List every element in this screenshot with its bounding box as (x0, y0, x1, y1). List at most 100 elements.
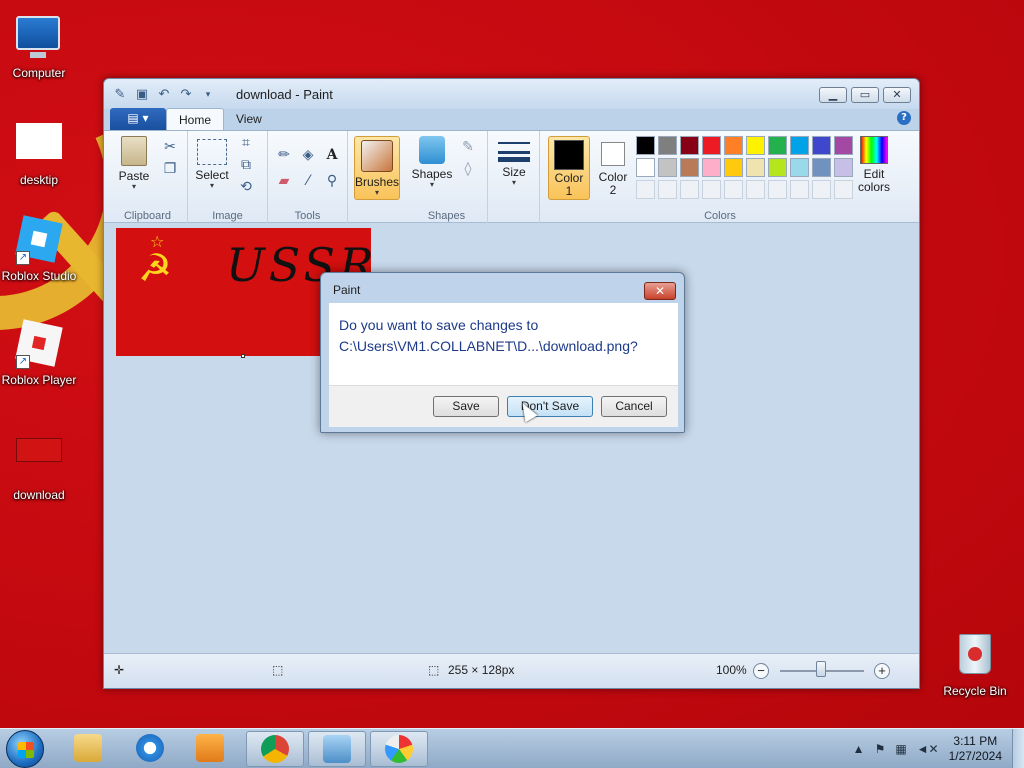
palette-swatch[interactable] (636, 136, 655, 155)
taskbar-chrome[interactable] (246, 731, 304, 767)
action-center-flag-icon[interactable]: ⚑ (875, 742, 886, 756)
color2-button[interactable]: Color 2 (592, 136, 634, 197)
text-tool-icon[interactable]: A (322, 145, 342, 165)
zoom-in-button[interactable]: + (874, 663, 890, 679)
palette-swatch[interactable] (680, 158, 699, 177)
tab-home[interactable]: Home (166, 108, 225, 130)
palette-swatch[interactable] (790, 158, 809, 177)
palette-swatch[interactable] (702, 158, 721, 177)
custom-swatch-empty[interactable] (636, 180, 655, 199)
custom-swatch-empty[interactable] (658, 180, 677, 199)
desktop-icon-recycle-bin[interactable]: Recycle Bin (936, 632, 1014, 698)
palette-swatch[interactable] (746, 158, 765, 177)
custom-swatch-empty[interactable] (724, 180, 743, 199)
cancel-button[interactable]: Cancel (601, 396, 667, 417)
outline-icon[interactable]: ✎ (458, 137, 478, 157)
paint-app-icon[interactable]: ✎ (112, 87, 128, 103)
palette-swatch[interactable] (658, 158, 677, 177)
palette-swatch[interactable] (702, 136, 721, 155)
desktop-icon-computer[interactable]: Computer (0, 10, 78, 80)
quick-access-toolbar: ✎ ▣ ↶ ↷ ▾ (112, 87, 216, 103)
rotate-icon[interactable]: ⟲ (236, 177, 256, 197)
palette-swatch[interactable] (680, 136, 699, 155)
shapes-label: Shapes (411, 167, 453, 181)
maximize-button[interactable]: ▭ (851, 87, 879, 103)
dialog-title: Paint (333, 283, 361, 297)
palette-swatch[interactable] (768, 158, 787, 177)
save-icon[interactable]: ▣ (134, 87, 150, 103)
volume-muted-icon[interactable]: ◄✕ (917, 742, 939, 756)
taskbar-media-player[interactable] (182, 731, 240, 767)
crop-icon[interactable]: ⌗ (236, 133, 256, 153)
palette-swatch[interactable] (658, 136, 677, 155)
custom-swatch-empty[interactable] (834, 180, 853, 199)
close-button[interactable]: ✕ (883, 87, 911, 103)
palette-swatch[interactable] (812, 158, 831, 177)
custom-swatch-empty[interactable] (790, 180, 809, 199)
edit-colors-button[interactable]: Edit colors (854, 136, 894, 194)
undo-icon[interactable]: ↶ (156, 87, 172, 103)
zoom-slider-thumb[interactable] (816, 661, 826, 677)
resize-handle-bottom[interactable] (241, 354, 245, 358)
brushes-button[interactable]: Brushes ▾ (354, 136, 400, 200)
desktop-icon-roblox-studio[interactable]: ↗ Roblox Studio (0, 215, 78, 283)
size-button[interactable]: Size ▾ (496, 136, 532, 187)
redo-icon[interactable]: ↷ (178, 87, 194, 103)
resize-icon[interactable]: ⧉ (236, 155, 256, 175)
magnifier-icon[interactable]: ⚲ (322, 171, 342, 191)
custom-swatch-empty[interactable] (812, 180, 831, 199)
eraser-icon[interactable]: ▰ (274, 171, 294, 191)
shapes-button[interactable]: Shapes ▾ (410, 136, 454, 189)
taskbar-control-panel[interactable] (308, 731, 366, 767)
palette-swatch[interactable] (790, 136, 809, 155)
copy-icon[interactable]: ❐ (160, 159, 180, 179)
color1-button[interactable]: Color 1 (548, 136, 590, 200)
palette-swatch[interactable] (724, 136, 743, 155)
palette-swatch[interactable] (768, 136, 787, 155)
select-button[interactable]: Select ▾ (194, 136, 230, 190)
desktop-icon-label: Roblox Player (1, 373, 77, 387)
tab-view[interactable]: View (224, 108, 274, 130)
help-icon[interactable]: ? (897, 111, 911, 125)
fill-style-icon[interactable]: ◊ (458, 159, 478, 179)
zoom-out-button[interactable]: − (753, 663, 769, 679)
fill-icon[interactable]: ◈ (298, 145, 318, 165)
custom-swatch-empty[interactable] (746, 180, 765, 199)
palette-swatch[interactable] (834, 136, 853, 155)
desktop-icon-roblox-player[interactable]: ↗ Roblox Player (0, 319, 78, 387)
file-menu-button[interactable]: ▤ ▾ (110, 108, 166, 130)
palette-swatch[interactable] (724, 158, 743, 177)
custom-swatch-empty[interactable] (768, 180, 787, 199)
show-desktop-button[interactable] (1012, 729, 1024, 768)
taskbar-explorer[interactable] (60, 731, 118, 767)
dialog-footer: Save Don't Save Cancel (329, 385, 678, 427)
start-button[interactable] (6, 730, 44, 768)
group-label: Colors (704, 210, 736, 222)
custom-swatch-empty[interactable] (702, 180, 721, 199)
taskbar-paint[interactable] (370, 731, 428, 767)
palette-swatch[interactable] (812, 136, 831, 155)
customize-chevron-icon[interactable]: ▾ (200, 87, 216, 103)
color-picker-icon[interactable]: ⁄ (298, 171, 318, 191)
paste-button[interactable]: Paste ▾ (114, 136, 154, 191)
palette-swatch[interactable] (636, 158, 655, 177)
desktop-icon-download[interactable]: download (0, 424, 78, 502)
taskbar: ▲ ⚑ ▦ ◄✕ 3:11 PM 1/27/2024 (0, 728, 1024, 768)
dialog-close-button[interactable]: ✕ (644, 282, 676, 300)
palette-swatch[interactable] (834, 158, 853, 177)
ribbon-tabs: ▤ ▾ Home View (110, 108, 274, 130)
save-button[interactable]: Save (433, 396, 499, 417)
group-shapes: Shapes ▾ ✎ ◊ Shapes (406, 131, 488, 224)
show-hidden-icons-icon[interactable]: ▲ (853, 742, 865, 756)
shortcut-arrow-icon: ↗ (16, 355, 30, 369)
custom-swatch-empty[interactable] (680, 180, 699, 199)
palette-swatch[interactable] (746, 136, 765, 155)
taskbar-internet-explorer[interactable] (122, 731, 180, 767)
minimize-button[interactable]: ▁ (819, 87, 847, 103)
clock[interactable]: 3:11 PM 1/27/2024 (949, 734, 1002, 764)
cut-icon[interactable]: ✂ (160, 137, 180, 157)
window-controls: ▁ ▭ ✕ (819, 87, 911, 103)
pencil-icon[interactable]: ✏ (274, 145, 294, 165)
desktop-icon-desktip[interactable]: desktip (0, 118, 78, 187)
network-icon[interactable]: ▦ (895, 742, 906, 756)
